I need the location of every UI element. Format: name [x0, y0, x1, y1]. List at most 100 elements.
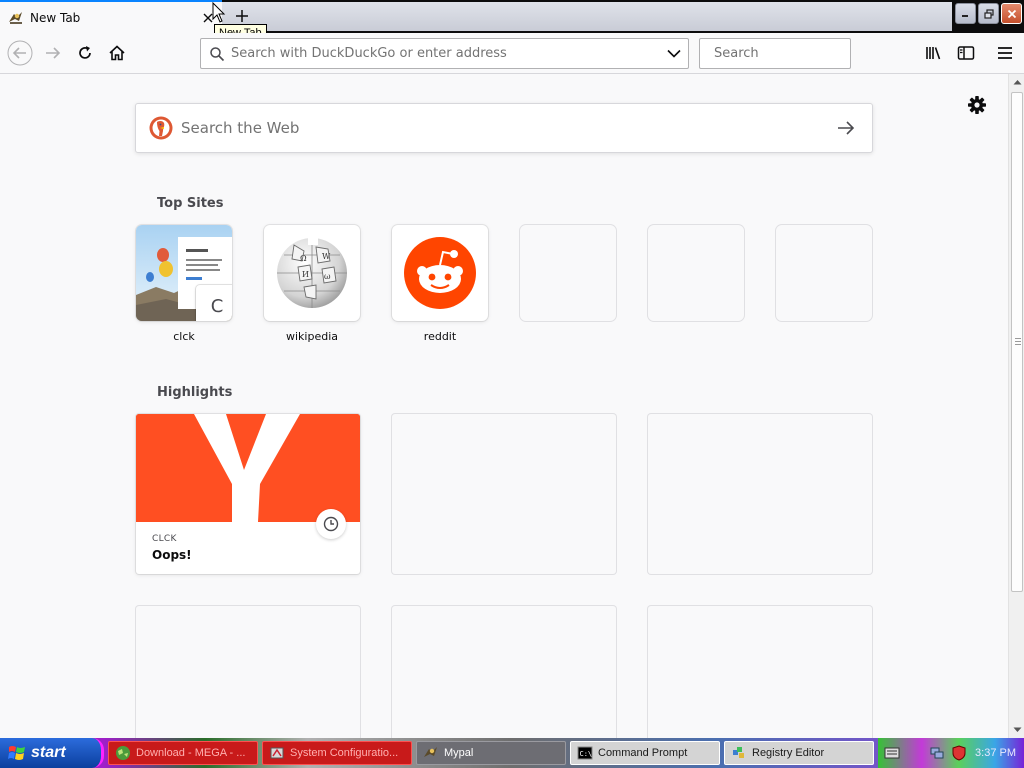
- plus-icon: [236, 10, 248, 22]
- tab-new-tab[interactable]: New Tab: [0, 0, 222, 33]
- system-tray: 3:37 PM: [878, 738, 1024, 768]
- menu-button[interactable]: [990, 38, 1020, 68]
- taskbar-item-label: Registry Editor: [752, 747, 825, 759]
- window-controls: [955, 3, 1022, 24]
- svg-text:ω: ω: [324, 272, 331, 281]
- scroll-down-button[interactable]: [1010, 722, 1024, 738]
- keyboard-icon[interactable]: [884, 746, 900, 760]
- security-shield-icon[interactable]: [951, 745, 967, 761]
- mypal-favicon-icon: [9, 11, 22, 24]
- taskbar-item-label: Mypal: [444, 747, 474, 759]
- scrollbar-thumb[interactable]: [1011, 92, 1023, 592]
- web-search-box[interactable]: [135, 103, 873, 153]
- browser-globe-icon: [116, 746, 130, 760]
- search-input[interactable]: [714, 46, 884, 61]
- top-site-letter-badge: C: [196, 285, 232, 321]
- highlights-heading: Highlights: [157, 385, 233, 400]
- minimize-button[interactable]: [955, 3, 976, 24]
- command-prompt-icon: C:\: [577, 746, 593, 760]
- top-site-clck[interactable]: C: [136, 225, 232, 321]
- library-icon: [926, 47, 941, 60]
- reload-button[interactable]: [70, 38, 100, 68]
- chevron-down-icon: [667, 49, 681, 58]
- top-site-wikipedia[interactable]: Ω W И ω: [264, 225, 360, 321]
- tab-strip: New Tab: [0, 0, 1024, 33]
- clock-icon: [316, 509, 346, 539]
- highlight-source: CLCK: [152, 534, 177, 544]
- duckduckgo-logo-icon: [149, 116, 173, 140]
- hamburger-menu-icon: [998, 47, 1012, 59]
- taskbar-item-mypal[interactable]: Mypal: [416, 741, 566, 765]
- url-dropdown-button[interactable]: [660, 40, 688, 68]
- taskbar-item-mega[interactable]: Download - MEGA - ...: [108, 741, 258, 765]
- svg-text:W: W: [322, 252, 331, 261]
- scrollbar-grip: [1015, 338, 1021, 346]
- highlight-title: Oops!: [152, 548, 192, 562]
- highlight-placeholder: [648, 606, 872, 738]
- address-input[interactable]: [231, 46, 660, 61]
- web-search-submit-button[interactable]: [826, 108, 866, 148]
- registry-editor-icon: [733, 747, 744, 758]
- highlight-card[interactable]: CLCK Oops!: [136, 414, 360, 574]
- svg-text:C:\: C:\: [580, 750, 593, 758]
- wikipedia-globe-icon: Ω W И ω: [277, 233, 347, 308]
- navigation-toolbar: [0, 33, 1024, 74]
- windows-flag-icon: [8, 746, 25, 760]
- taskbar-clock: 3:37 PM: [975, 747, 1016, 759]
- minimize-icon: [962, 15, 968, 17]
- top-site-label: clck: [173, 330, 195, 343]
- scroll-down-arrow-icon: [1013, 727, 1021, 732]
- highlight-placeholder: [648, 414, 872, 574]
- highlight-card-image: [136, 414, 360, 522]
- taskbar: start Download - MEGA - ... System Confi…: [0, 738, 1024, 768]
- close-window-button[interactable]: [1001, 3, 1022, 24]
- gear-icon[interactable]: [966, 94, 988, 116]
- highlight-placeholder: [392, 606, 616, 738]
- highlight-placeholder: [136, 606, 360, 738]
- network-icon[interactable]: [929, 745, 945, 761]
- start-button[interactable]: start: [0, 738, 104, 768]
- sidebar-icon: [957, 46, 975, 60]
- forward-button[interactable]: [38, 38, 68, 68]
- mypal-icon: [424, 747, 437, 757]
- search-icon: [210, 46, 225, 61]
- taskbar-item-label: System Configuratio...: [290, 747, 399, 759]
- taskbar-item-label: Command Prompt: [598, 747, 688, 759]
- new-tab-page: Top Sites C clck: [0, 74, 1008, 738]
- back-button[interactable]: [5, 38, 35, 68]
- mouse-cursor-icon: [212, 2, 226, 23]
- taskbar-item-registry-editor[interactable]: Registry Editor: [724, 741, 874, 765]
- reddit-logo-icon: [404, 237, 476, 309]
- web-search-input[interactable]: [181, 119, 826, 137]
- top-site-placeholder: [648, 225, 744, 321]
- taskbar-item-system-configuration[interactable]: System Configuratio...: [262, 741, 412, 765]
- arrow-right-icon: [838, 121, 855, 135]
- scroll-up-button[interactable]: [1010, 74, 1024, 90]
- start-label: start: [31, 744, 66, 761]
- system-configuration-icon: [270, 747, 284, 759]
- yandex-y-logo-icon: [136, 414, 360, 522]
- top-sites-heading: Top Sites: [157, 196, 224, 211]
- top-site-label: wikipedia: [285, 330, 338, 343]
- scroll-up-arrow-icon: [1013, 80, 1021, 85]
- top-site-reddit[interactable]: [392, 225, 488, 321]
- address-bar[interactable]: [200, 38, 689, 69]
- library-button[interactable]: [919, 38, 949, 68]
- top-site-placeholder: [776, 225, 872, 321]
- restore-icon: [983, 8, 994, 19]
- highlight-placeholder: [392, 414, 616, 574]
- forward-arrow-icon: [46, 47, 61, 59]
- search-bar[interactable]: [699, 38, 884, 69]
- top-site-placeholder: [520, 225, 616, 321]
- taskbar-item-label: Download - MEGA - ...: [136, 747, 246, 759]
- tab-title: New Tab: [30, 10, 81, 25]
- top-site-label: reddit: [423, 330, 457, 343]
- taskbar-item-command-prompt[interactable]: C:\ Command Prompt: [570, 741, 720, 765]
- home-button[interactable]: [102, 38, 132, 68]
- restore-button[interactable]: [978, 3, 999, 24]
- close-icon: [1007, 9, 1016, 18]
- vertical-scrollbar[interactable]: [1008, 74, 1024, 738]
- sidebar-button[interactable]: [951, 38, 981, 68]
- home-icon: [109, 45, 125, 61]
- svg-text:И: И: [302, 270, 309, 279]
